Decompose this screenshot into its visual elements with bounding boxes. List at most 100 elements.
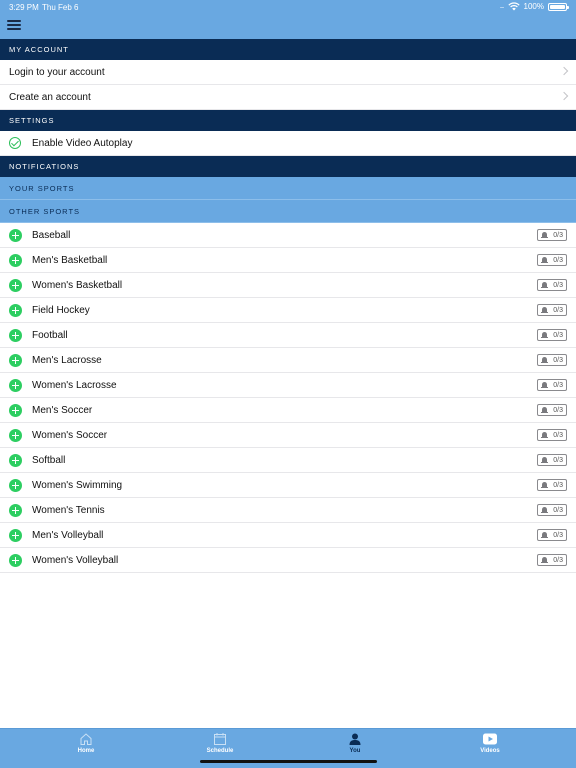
notification-count: 0/3 <box>553 456 563 464</box>
login-label: Login to your account <box>9 66 105 78</box>
notification-count-badge[interactable]: 0/3 <box>537 279 567 291</box>
tab-you-label: You <box>349 748 361 754</box>
bell-icon <box>541 507 548 513</box>
sport-row[interactable]: Women's Swimming 0/3 <box>0 473 576 498</box>
checkmark-icon[interactable] <box>9 137 21 149</box>
sport-row[interactable]: Field Hockey 0/3 <box>0 298 576 323</box>
notification-count: 0/3 <box>553 356 563 364</box>
sport-row[interactable]: Men's Basketball 0/3 <box>0 248 576 273</box>
sport-name: Women's Swimming <box>32 479 123 491</box>
calendar-icon <box>214 733 226 745</box>
play-icon <box>483 733 497 745</box>
sports-list: Baseball 0/3 Men's Basketball 0/3 Women's Ba… <box>0 223 576 573</box>
plus-circle-icon[interactable] <box>9 229 22 242</box>
plus-circle-icon[interactable] <box>9 329 22 342</box>
tab-home[interactable]: Home <box>56 732 116 754</box>
notification-count-badge[interactable]: 0/3 <box>537 404 567 416</box>
video-autoplay-row[interactable]: Enable Video Autoplay <box>0 131 576 156</box>
notification-count-badge[interactable]: 0/3 <box>537 229 567 241</box>
notification-count-badge[interactable]: 0/3 <box>537 479 567 491</box>
notification-count: 0/3 <box>553 331 563 339</box>
status-right: .... 100% <box>499 2 569 11</box>
settings-list: MY ACCOUNT Login to your account Create … <box>0 39 576 573</box>
tab-videos[interactable]: Videos <box>460 732 520 754</box>
sport-row[interactable]: Football 0/3 <box>0 323 576 348</box>
plus-circle-icon[interactable] <box>9 354 22 367</box>
status-bar: 3:29 PM Thu Feb 6 .... 100% <box>0 0 576 14</box>
plus-circle-icon[interactable] <box>9 554 22 567</box>
login-row[interactable]: Login to your account <box>0 60 576 85</box>
create-account-row[interactable]: Create an account <box>0 85 576 110</box>
hamburger-menu-icon[interactable] <box>7 20 21 32</box>
plus-circle-icon[interactable] <box>9 429 22 442</box>
notification-count: 0/3 <box>553 556 563 564</box>
sport-row[interactable]: Baseball 0/3 <box>0 223 576 248</box>
bell-icon <box>541 482 548 488</box>
notification-count-badge[interactable]: 0/3 <box>537 379 567 391</box>
plus-circle-icon[interactable] <box>9 529 22 542</box>
notification-count-badge[interactable]: 0/3 <box>537 329 567 341</box>
sport-row[interactable]: Women's Lacrosse 0/3 <box>0 373 576 398</box>
section-header-my-account: MY ACCOUNT <box>0 39 576 60</box>
nav-bar <box>0 14 576 39</box>
sport-row[interactable]: Women's Tennis 0/3 <box>0 498 576 523</box>
notification-count-badge[interactable]: 0/3 <box>537 554 567 566</box>
sport-row[interactable]: Women's Basketball 0/3 <box>0 273 576 298</box>
chevron-right-icon <box>559 91 569 101</box>
signal-dots: .... <box>499 3 505 10</box>
chevron-right-icon <box>559 66 569 76</box>
sport-name: Baseball <box>32 229 71 241</box>
bell-icon <box>541 557 548 563</box>
tab-schedule[interactable]: Schedule <box>190 732 250 754</box>
plus-circle-icon[interactable] <box>9 479 22 492</box>
sport-row[interactable]: Women's Soccer 0/3 <box>0 423 576 448</box>
tab-you[interactable]: You <box>325 732 385 754</box>
bell-icon <box>541 532 548 538</box>
bell-icon <box>541 257 548 263</box>
plus-circle-icon[interactable] <box>9 404 22 417</box>
sport-row[interactable]: Men's Volleyball 0/3 <box>0 523 576 548</box>
bell-icon <box>541 332 548 338</box>
plus-circle-icon[interactable] <box>9 304 22 317</box>
plus-circle-icon[interactable] <box>9 279 22 292</box>
sport-name: Women's Soccer <box>32 429 108 441</box>
plus-circle-icon[interactable] <box>9 454 22 467</box>
notification-count: 0/3 <box>553 256 563 264</box>
status-time: 3:29 PM <box>9 3 39 12</box>
plus-circle-icon[interactable] <box>9 379 22 392</box>
sport-row[interactable]: Men's Lacrosse 0/3 <box>0 348 576 373</box>
battery-icon <box>548 2 569 11</box>
sport-row[interactable]: Men's Soccer 0/3 <box>0 398 576 423</box>
battery-percent: 100% <box>523 2 544 11</box>
section-header-notifications: NOTIFICATIONS <box>0 156 576 177</box>
sport-row[interactable]: Women's Volleyball 0/3 <box>0 548 576 573</box>
wifi-icon <box>507 2 520 11</box>
sport-name: Field Hockey <box>32 304 90 316</box>
sport-row[interactable]: Softball 0/3 <box>0 448 576 473</box>
notification-count-badge[interactable]: 0/3 <box>537 504 567 516</box>
home-icon <box>80 733 92 745</box>
battery-fill <box>550 4 565 9</box>
home-indicator <box>200 760 377 763</box>
notification-count-badge[interactable]: 0/3 <box>537 529 567 541</box>
bell-icon <box>541 382 548 388</box>
tab-home-label: Home <box>77 748 95 754</box>
notification-count-badge[interactable]: 0/3 <box>537 454 567 466</box>
plus-circle-icon[interactable] <box>9 504 22 517</box>
sport-name: Softball <box>32 454 66 466</box>
sport-name: Men's Lacrosse <box>32 354 102 366</box>
notification-count: 0/3 <box>553 506 563 514</box>
notification-count-badge[interactable]: 0/3 <box>537 304 567 316</box>
sport-name: Women's Volleyball <box>32 554 119 566</box>
notification-count-badge[interactable]: 0/3 <box>537 429 567 441</box>
section-header-settings: SETTINGS <box>0 110 576 131</box>
tab-videos-label: Videos <box>480 748 500 754</box>
section-header-other-sports: OTHER SPORTS <box>0 200 576 223</box>
bell-icon <box>541 407 548 413</box>
notification-count-badge[interactable]: 0/3 <box>537 254 567 266</box>
notification-count-badge[interactable]: 0/3 <box>537 354 567 366</box>
sport-name: Football <box>32 329 68 341</box>
sport-name: Women's Lacrosse <box>32 379 117 391</box>
notification-count: 0/3 <box>553 431 563 439</box>
plus-circle-icon[interactable] <box>9 254 22 267</box>
